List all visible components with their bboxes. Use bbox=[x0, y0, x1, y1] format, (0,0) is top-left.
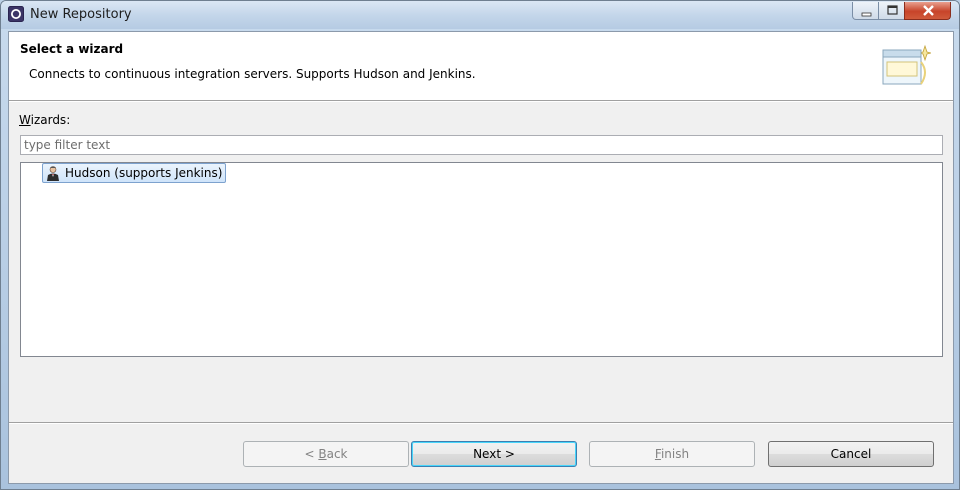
window-title: New Repository bbox=[30, 7, 132, 22]
wizard-tree[interactable]: Hudson (supports Jenkins) bbox=[20, 162, 943, 357]
wizards-label: Wizards: bbox=[19, 113, 70, 127]
dialog-client-area: Select a wizard Connects to continuous i… bbox=[8, 31, 954, 484]
wizard-banner-icon bbox=[882, 44, 931, 85]
close-icon bbox=[923, 5, 934, 16]
next-button[interactable]: Next > bbox=[411, 441, 577, 467]
title-bar[interactable]: New Repository bbox=[1, 1, 959, 29]
minimize-button[interactable] bbox=[852, 2, 879, 20]
cancel-button-label: Cancel bbox=[830, 447, 872, 461]
maximize-icon bbox=[887, 5, 898, 15]
wizards-label-text: izards: bbox=[30, 113, 71, 127]
banner-description: Connects to continuous integration serve… bbox=[29, 67, 476, 81]
cancel-button[interactable]: Cancel bbox=[768, 441, 934, 467]
button-bar-divider-highlight bbox=[9, 423, 953, 424]
close-button[interactable] bbox=[904, 2, 951, 20]
finish-button-label: inish bbox=[660, 447, 690, 461]
eclipse-app-icon bbox=[8, 6, 24, 22]
new-repository-window: New Repository Select a wizard Connects … bbox=[0, 0, 960, 490]
filter-placeholder: type filter text bbox=[24, 138, 111, 152]
minimize-icon bbox=[861, 12, 872, 17]
hudson-butler-icon bbox=[47, 166, 59, 181]
wizard-banner: Select a wizard Connects to continuous i… bbox=[9, 32, 953, 101]
finish-button[interactable]: Finish bbox=[589, 441, 755, 467]
back-button-prefix: < bbox=[304, 447, 319, 461]
tree-item-hudson[interactable]: Hudson (supports Jenkins) bbox=[42, 163, 227, 183]
back-button[interactable]: < Back bbox=[243, 441, 409, 467]
tree-item-label: Hudson (supports Jenkins) bbox=[65, 166, 223, 180]
banner-title: Select a wizard bbox=[20, 42, 124, 56]
banner-divider bbox=[9, 101, 953, 102]
next-button-label: Next > bbox=[473, 447, 515, 461]
back-button-label: ack bbox=[326, 447, 348, 461]
filter-input[interactable]: type filter text bbox=[20, 135, 943, 155]
maximize-button[interactable] bbox=[878, 2, 905, 20]
wizards-label-mnemonic: W bbox=[19, 113, 31, 127]
back-button-mnemonic: B bbox=[318, 447, 327, 461]
